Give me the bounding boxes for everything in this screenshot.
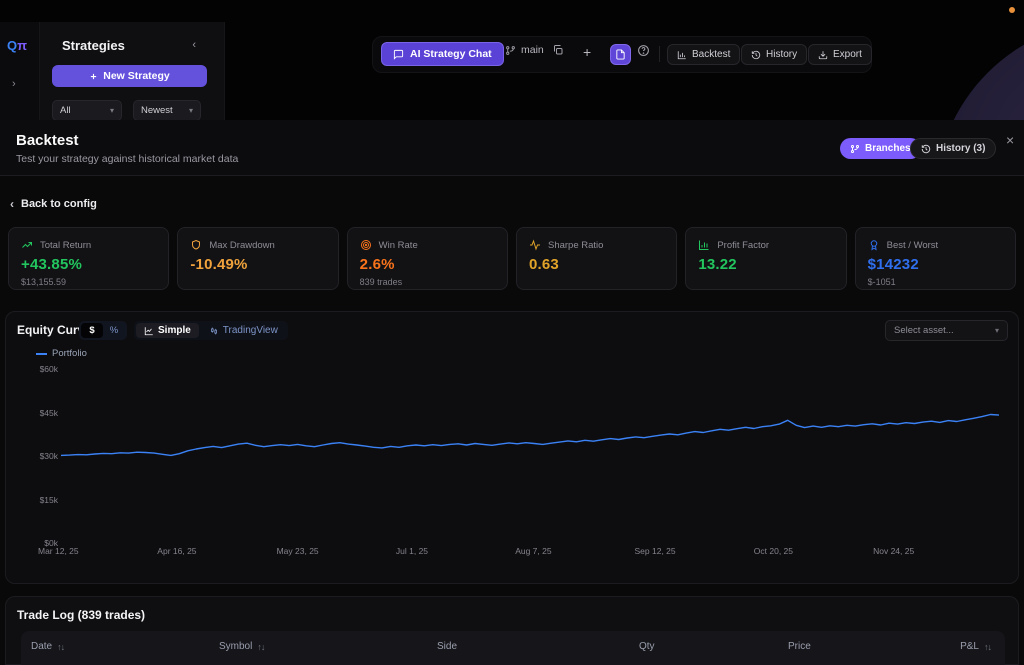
stat-card-best-worst: Best / Worst $14232 $-1051	[855, 227, 1016, 290]
award-icon	[868, 239, 880, 251]
strategies-sidebar: Strategies ‹ New Strategy All▾ Newest▾	[40, 22, 225, 120]
sort-icon: ↑↓	[984, 642, 991, 652]
icon-rail: Qπ ›	[0, 22, 40, 120]
stat-card-profit-factor: Profit Factor 13.22	[685, 227, 846, 290]
git-branch-icon	[505, 45, 516, 56]
stat-value: -10.49%	[190, 256, 325, 273]
modal-title: Backtest	[16, 132, 79, 149]
stat-value: 0.63	[529, 256, 664, 273]
equity-curve-panel: Equity Curve $ % Simple TradingView Sele…	[5, 311, 1019, 584]
column-header-price: Price	[788, 641, 811, 652]
sidebar-collapse-chevron-icon[interactable]: ‹	[192, 39, 196, 51]
column-header-date[interactable]: Date↑↓	[31, 641, 64, 652]
column-header-side: Side	[437, 641, 457, 652]
column-header-pnl[interactable]: P&L↑↓	[960, 641, 991, 652]
notification-dot	[1009, 7, 1015, 13]
history-clock-icon	[751, 50, 761, 60]
stat-value: 2.6%	[360, 256, 495, 273]
sort-icon: ↑↓	[257, 642, 264, 652]
app-screen: Qπ › Strategies ‹ New Strategy All▾ Newe…	[0, 0, 1024, 665]
git-branch-icon	[850, 144, 860, 154]
history-button[interactable]: History	[741, 44, 807, 65]
stat-value: $14232	[868, 256, 1003, 273]
close-icon[interactable]: ×	[1000, 130, 1020, 150]
app-logo[interactable]: Qπ	[7, 38, 27, 53]
ai-strategy-chat-button[interactable]: AI Strategy Chat	[381, 42, 504, 66]
modal-subtitle: Test your strategy against historical ma…	[16, 153, 238, 165]
download-icon	[818, 50, 828, 60]
stat-card-sharpe-ratio: Sharpe Ratio 0.63	[516, 227, 677, 290]
chat-bubble-icon	[393, 49, 404, 60]
sidebar-title: Strategies	[62, 38, 125, 53]
toolbar-divider	[659, 46, 660, 62]
equity-line-chart[interactable]	[6, 312, 1020, 585]
trade-log-panel: Trade Log (839 trades) Date↑↓ Symbol↑↓ S…	[5, 596, 1019, 665]
backtest-modal: Backtest Test your strategy against hist…	[0, 120, 1024, 665]
help-circle-icon	[637, 44, 650, 57]
column-header-symbol[interactable]: Symbol↑↓	[219, 641, 264, 652]
column-header-qty: Qty	[639, 641, 655, 652]
shield-icon	[190, 239, 202, 251]
activity-icon	[529, 239, 541, 251]
branches-button[interactable]: Branches	[840, 138, 921, 159]
backtest-button[interactable]: Backtest	[667, 44, 740, 65]
target-icon	[360, 239, 372, 251]
history-3-button[interactable]: History (3)	[910, 138, 996, 159]
add-tab-button[interactable]: +	[583, 44, 591, 60]
stat-card-win-rate: Win Rate 2.6% 839 trades	[347, 227, 508, 290]
help-button[interactable]	[637, 44, 650, 57]
chevron-left-icon: ‹	[10, 197, 14, 211]
branch-selector[interactable]: main	[505, 44, 544, 56]
sort-icon: ↑↓	[57, 642, 64, 652]
stat-value: 13.22	[698, 256, 833, 273]
trade-log-title: Trade Log (839 trades)	[17, 608, 145, 622]
filter-dropdown[interactable]: All▾	[52, 100, 122, 121]
export-button[interactable]: Export	[808, 44, 872, 65]
new-strategy-button[interactable]: New Strategy	[52, 65, 207, 87]
bar-chart-icon	[677, 50, 687, 60]
sort-dropdown[interactable]: Newest▾	[133, 100, 201, 121]
stat-card-max-drawdown: Max Drawdown -10.49%	[177, 227, 338, 290]
document-button[interactable]	[610, 44, 631, 65]
modal-header: Backtest Test your strategy against hist…	[0, 120, 1024, 176]
duplicate-button[interactable]	[552, 44, 564, 56]
back-to-config-link[interactable]: ‹ Back to config	[10, 197, 97, 211]
trending-up-icon	[21, 239, 33, 251]
stat-value: +43.85%	[21, 256, 156, 273]
rail-expand-chevron-icon[interactable]: ›	[12, 78, 16, 90]
plus-icon	[89, 72, 98, 81]
chevron-down-icon: ▾	[110, 106, 114, 115]
history-clock-icon	[921, 144, 931, 154]
chevron-down-icon: ▾	[189, 106, 193, 115]
trade-log-table: Date↑↓ Symbol↑↓ Side Qty Price P&L↑↓	[21, 631, 1005, 665]
file-icon	[615, 49, 626, 60]
stats-row: Total Return +43.85% $13,155.59 Max Draw…	[8, 227, 1016, 290]
bar-chart-icon	[698, 239, 710, 251]
copy-icon	[552, 44, 564, 56]
stat-card-total-return: Total Return +43.85% $13,155.59	[8, 227, 169, 290]
